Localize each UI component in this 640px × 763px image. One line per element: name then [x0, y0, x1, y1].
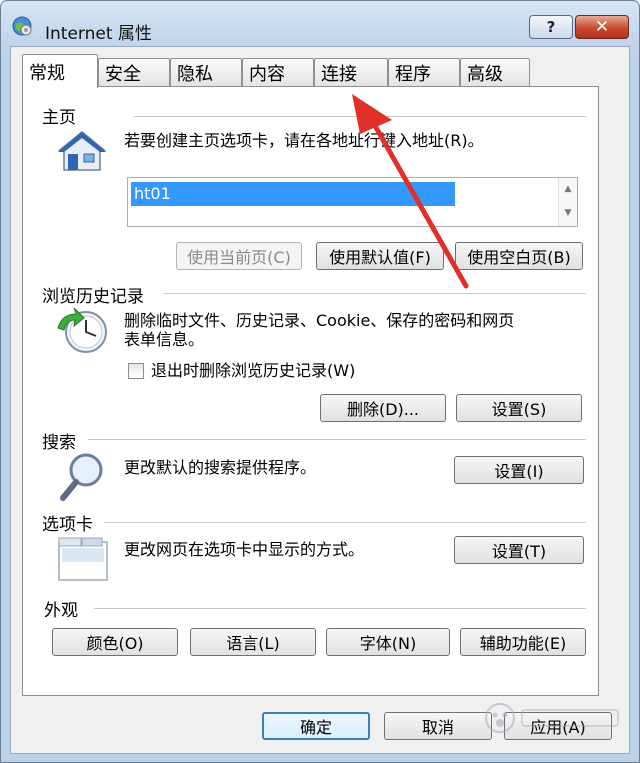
delete-on-exit-checkbox[interactable]	[128, 363, 144, 379]
ok-button[interactable]: 确定	[262, 712, 370, 740]
internet-options-icon	[12, 16, 32, 36]
homepage-heading: 主页	[42, 108, 76, 128]
delete-on-exit-label[interactable]: 退出时删除浏览历史记录(W)	[151, 361, 355, 381]
history-description-line1: 删除临时文件、历史记录、Cookie、保存的密码和网页	[124, 311, 515, 330]
tab-advanced[interactable]: 高级	[460, 58, 530, 86]
title-bar[interactable]: Internet 属性 ? ✕	[1, 1, 639, 51]
delete-history-button[interactable]: 删除(D)...	[320, 394, 446, 422]
cancel-button[interactable]: 取消	[384, 712, 492, 740]
tab-general[interactable]: 常规	[22, 54, 98, 88]
magnifier-icon	[60, 453, 103, 501]
tabs-heading: 选项卡	[42, 515, 93, 535]
tab-connections[interactable]: 连接	[314, 58, 388, 86]
history-clock-icon	[57, 307, 107, 353]
homepage-url-input[interactable]: ht01 ▲ ▼	[127, 177, 578, 227]
scroll-up-icon[interactable]: ▲	[559, 184, 577, 194]
tab-programs[interactable]: 程序	[388, 58, 460, 86]
scroll-down-icon[interactable]: ▼	[559, 208, 577, 218]
tab-content[interactable]: 内容	[242, 58, 314, 86]
help-button[interactable]: ?	[529, 15, 573, 39]
history-settings-button[interactable]: 设置(S)	[456, 394, 582, 422]
tabs-separator	[104, 522, 586, 523]
tab-strip: 常规 安全 隐私 内容 连接 程序 高级	[22, 54, 582, 88]
home-icon	[57, 131, 107, 171]
window-title: Internet 属性	[45, 24, 152, 44]
languages-button[interactable]: 语言(L)	[190, 628, 316, 656]
baidu-watermark	[485, 703, 619, 733]
colors-button[interactable]: 颜色(O)	[52, 628, 178, 656]
fonts-button[interactable]: 字体(N)	[326, 628, 450, 656]
appearance-separator	[94, 608, 586, 609]
close-button[interactable]: ✕	[575, 15, 629, 39]
tabs-settings-button[interactable]: 设置(T)	[454, 536, 584, 564]
url-box-scrollbar[interactable]: ▲ ▼	[558, 178, 577, 226]
use-default-button[interactable]: 使用默认值(F)	[316, 242, 444, 270]
homepage-description: 若要创建主页选项卡，请在各地址行键入地址(R)。	[124, 131, 484, 150]
tabs-description: 更改网页在选项卡中显示的方式。	[124, 540, 365, 559]
use-current-button[interactable]: 使用当前页(C)	[176, 242, 302, 270]
search-separator	[88, 439, 586, 440]
appearance-heading: 外观	[44, 601, 78, 621]
tab-security[interactable]: 安全	[98, 58, 170, 86]
history-description-line2: 表单信息。	[124, 330, 205, 349]
homepage-url-value: ht01	[131, 182, 455, 206]
accessibility-button[interactable]: 辅助功能(E)	[460, 628, 586, 656]
homepage-separator	[134, 116, 586, 117]
search-settings-button[interactable]: 设置(I)	[454, 456, 584, 484]
history-heading: 浏览历史记录	[42, 287, 144, 307]
use-blank-button[interactable]: 使用空白页(B)	[455, 242, 583, 270]
history-separator	[164, 293, 586, 294]
tab-privacy[interactable]: 隐私	[170, 58, 242, 86]
tabs-window-icon	[58, 537, 108, 581]
search-description: 更改默认的搜索提供程序。	[124, 458, 317, 477]
